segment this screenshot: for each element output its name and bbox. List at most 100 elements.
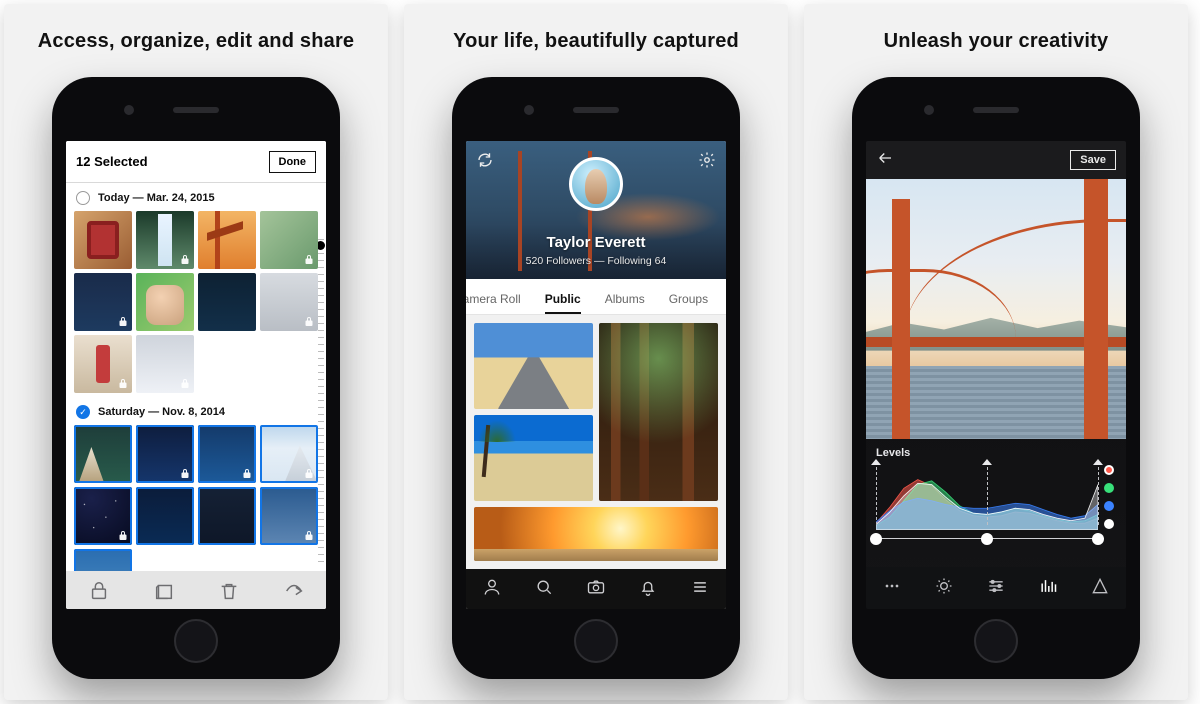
photo-feed bbox=[466, 315, 726, 569]
photo-thumb[interactable] bbox=[74, 211, 132, 269]
group-date-label: Saturday — Nov. 8, 2014 bbox=[98, 406, 225, 418]
timeline-scrubber[interactable] bbox=[318, 239, 324, 563]
photo-thumb[interactable] bbox=[136, 425, 194, 483]
done-button[interactable]: Done bbox=[269, 151, 317, 173]
levels-panel: Levels bbox=[866, 439, 1126, 567]
lock-icon bbox=[303, 254, 315, 266]
screen-profile: Taylor Everett 520 Followers — Following… bbox=[466, 141, 726, 609]
photo-thumb[interactable] bbox=[260, 211, 318, 269]
legend-green[interactable] bbox=[1104, 483, 1114, 493]
lock-icon bbox=[303, 468, 315, 480]
lock-icon bbox=[303, 530, 315, 542]
sliders-icon[interactable] bbox=[986, 576, 1006, 601]
levels-icon[interactable] bbox=[1038, 576, 1058, 601]
lock-icon bbox=[303, 316, 315, 328]
save-button[interactable]: Save bbox=[1070, 150, 1116, 170]
lock-icon bbox=[117, 378, 129, 390]
promo-panel-1: Access, organize, edit and share 12 Sele… bbox=[4, 4, 388, 700]
brightness-icon[interactable] bbox=[934, 576, 954, 601]
albums-icon[interactable] bbox=[153, 580, 175, 602]
levels-legend bbox=[1104, 465, 1114, 529]
edit-toolbar bbox=[866, 567, 1126, 609]
profile-icon[interactable] bbox=[482, 577, 502, 602]
levels-handle[interactable] bbox=[1092, 533, 1104, 545]
photo-thumb[interactable] bbox=[74, 273, 132, 331]
privacy-icon[interactable] bbox=[88, 580, 110, 602]
photo-thumb[interactable] bbox=[198, 425, 256, 483]
search-icon[interactable] bbox=[534, 577, 554, 602]
legend-red[interactable] bbox=[1104, 465, 1114, 475]
photo-thumb[interactable] bbox=[74, 549, 132, 571]
screen-edit: Save Levels bbox=[866, 141, 1126, 609]
headline: Your life, beautifully captured bbox=[453, 30, 739, 53]
profile-stats: 520 Followers — Following 64 bbox=[466, 255, 726, 267]
photo-thumb[interactable] bbox=[198, 487, 256, 545]
photo-thumb[interactable] bbox=[136, 211, 194, 269]
tab-albums[interactable]: Albums bbox=[593, 292, 657, 314]
levels-histogram[interactable] bbox=[876, 463, 1098, 539]
profile-tabs: Camera Roll Public Albums Groups bbox=[466, 279, 726, 315]
lock-icon bbox=[241, 468, 253, 480]
group-select-toggle[interactable] bbox=[76, 191, 90, 205]
lock-icon bbox=[179, 254, 191, 266]
phone-frame: Taylor Everett 520 Followers — Following… bbox=[452, 77, 740, 679]
settings-icon[interactable] bbox=[698, 151, 716, 174]
photo-thumb[interactable] bbox=[260, 273, 318, 331]
trash-icon[interactable] bbox=[218, 580, 240, 602]
phone-frame: 12 Selected Done Today — Mar. 24, 2015 bbox=[52, 77, 340, 679]
photo-thumb[interactable] bbox=[198, 211, 256, 269]
photo-thumb[interactable] bbox=[136, 335, 194, 393]
tab-groups[interactable]: Groups bbox=[657, 292, 720, 314]
feed-photo[interactable] bbox=[474, 415, 593, 501]
profile-name: Taylor Everett bbox=[466, 234, 726, 251]
home-button[interactable] bbox=[174, 619, 218, 663]
avatar[interactable] bbox=[569, 157, 623, 211]
lock-icon bbox=[117, 316, 129, 328]
promo-panel-2: Your life, beautifully captured Taylor E… bbox=[404, 4, 788, 700]
photo-thumb[interactable] bbox=[260, 425, 318, 483]
photo-thumb[interactable] bbox=[136, 273, 194, 331]
levels-handle[interactable] bbox=[870, 533, 882, 545]
camera-icon[interactable] bbox=[586, 577, 606, 602]
home-button[interactable] bbox=[974, 619, 1018, 663]
promo-panel-3: Unleash your creativity Save bbox=[804, 4, 1188, 700]
photo-thumb[interactable] bbox=[260, 487, 318, 545]
headline: Unleash your creativity bbox=[884, 30, 1109, 53]
legend-luma[interactable] bbox=[1104, 519, 1114, 529]
sharpen-icon[interactable] bbox=[1090, 576, 1110, 601]
screen-organize: 12 Selected Done Today — Mar. 24, 2015 bbox=[66, 141, 326, 609]
headline: Access, organize, edit and share bbox=[38, 30, 355, 53]
notifications-icon[interactable] bbox=[638, 577, 658, 602]
feed-photo[interactable] bbox=[474, 507, 718, 561]
home-button[interactable] bbox=[574, 619, 618, 663]
tab-public[interactable]: Public bbox=[533, 292, 593, 314]
lock-icon bbox=[117, 530, 129, 542]
more-icon[interactable] bbox=[882, 576, 902, 601]
tab-camera-roll[interactable]: Camera Roll bbox=[466, 292, 533, 314]
lock-icon bbox=[179, 468, 191, 480]
refresh-icon[interactable] bbox=[476, 151, 494, 174]
photo-grid bbox=[74, 211, 318, 393]
selection-count: 12 Selected bbox=[76, 154, 148, 169]
phone-frame: Save Levels bbox=[852, 77, 1140, 679]
share-icon[interactable] bbox=[283, 580, 305, 602]
photo-thumb[interactable] bbox=[74, 487, 132, 545]
edit-canvas[interactable] bbox=[866, 179, 1126, 439]
menu-icon[interactable] bbox=[690, 577, 710, 602]
back-icon[interactable] bbox=[876, 149, 894, 172]
feed-photo[interactable] bbox=[474, 323, 593, 409]
legend-blue[interactable] bbox=[1104, 501, 1114, 511]
group-date-label: Today — Mar. 24, 2015 bbox=[98, 192, 215, 204]
feed-photo[interactable] bbox=[599, 323, 718, 501]
bottom-nav bbox=[466, 569, 726, 609]
selection-toolbar bbox=[66, 571, 326, 609]
photo-thumb[interactable] bbox=[74, 335, 132, 393]
profile-hero: Taylor Everett 520 Followers — Following… bbox=[466, 141, 726, 279]
group-select-toggle[interactable]: ✓ bbox=[76, 405, 90, 419]
levels-handle[interactable] bbox=[981, 533, 993, 545]
photo-thumb[interactable] bbox=[74, 425, 132, 483]
photo-grid bbox=[74, 425, 318, 571]
photo-thumb[interactable] bbox=[136, 487, 194, 545]
lock-icon bbox=[179, 378, 191, 390]
photo-thumb[interactable] bbox=[198, 273, 256, 331]
